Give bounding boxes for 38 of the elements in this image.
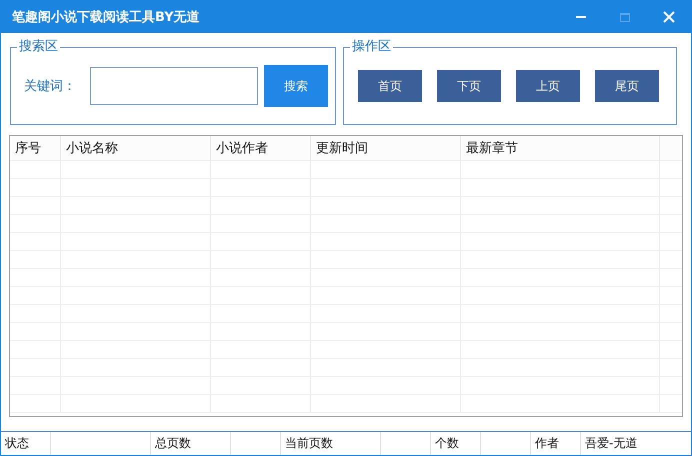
column-header[interactable]: 序号 [10, 136, 61, 161]
page-button[interactable]: 上页 [516, 70, 580, 102]
empty-cell [10, 341, 61, 359]
empty-cell [10, 197, 61, 215]
status-label: 个数 [431, 432, 481, 455]
page-button[interactable]: 首页 [358, 70, 422, 102]
empty-cell [10, 215, 61, 233]
empty-cell [10, 305, 61, 323]
status-label: 状态 [1, 432, 51, 455]
status-value: 吾爱-无道 [584, 435, 638, 452]
empty-cell [10, 161, 61, 179]
search-button[interactable]: 搜索 [264, 65, 328, 107]
page-button[interactable]: 尾页 [595, 70, 660, 102]
empty-cell [10, 287, 61, 305]
group-title: 操作区 [350, 39, 394, 55]
empty-cell [10, 233, 61, 251]
empty-cell [10, 323, 61, 341]
column-header[interactable]: 最新章节 [461, 136, 660, 161]
keyword-input[interactable] [90, 67, 258, 105]
keyword-label: 关键词： [24, 78, 77, 95]
empty-cell [10, 269, 61, 287]
column-header[interactable]: 小说名称 [61, 136, 211, 161]
column-header[interactable]: 更新时间 [311, 136, 461, 161]
group-title: 搜索区 [17, 39, 60, 55]
status-label: 作者 [531, 432, 581, 455]
status-label: 当前页数 [281, 432, 381, 455]
empty-cell [10, 251, 61, 269]
column-header[interactable]: 小说作者 [211, 136, 311, 161]
page-button[interactable]: 下页 [437, 70, 502, 102]
window-title: 笔趣阁小说下载阅读工具BY无道 [12, 9, 201, 26]
maximize-icon [620, 12, 630, 22]
minimize-icon [576, 16, 586, 18]
empty-cell [10, 377, 61, 395]
status-label: 总页数 [151, 432, 231, 455]
empty-cell [10, 359, 61, 377]
empty-cell [10, 395, 61, 413]
close-icon [663, 11, 675, 23]
empty-cell [10, 179, 61, 197]
